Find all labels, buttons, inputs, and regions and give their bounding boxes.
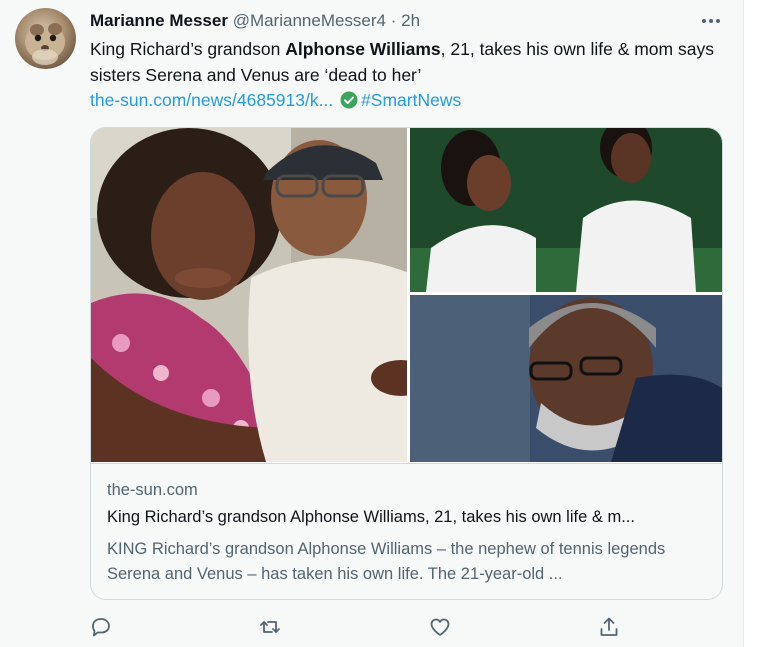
more-icon[interactable] [698, 8, 724, 34]
tweet-actions [0, 615, 743, 641]
tweet-text: King Richard’s grandson Alphonse William… [90, 37, 720, 114]
tweet-header: Marianne Messer @MarianneMesser4 · 2h [90, 11, 420, 31]
hashtag-link[interactable]: #SmartNews [361, 90, 461, 110]
right-pane [744, 0, 766, 647]
retweet-icon[interactable] [258, 615, 282, 639]
share-icon[interactable] [597, 615, 621, 639]
avatar[interactable] [15, 8, 76, 69]
header-separator: · [386, 11, 402, 30]
author-name[interactable]: Marianne Messer [90, 11, 228, 30]
card-domain: the-sun.com [107, 481, 198, 499]
page: Marianne Messer @MarianneMesser4 · 2h Ki… [0, 0, 766, 647]
like-icon[interactable] [428, 615, 452, 639]
tweet-text-bold: Alphonse Williams [285, 39, 441, 59]
card-title: King Richard’s grandson Alphonse William… [107, 508, 635, 526]
check-circle-icon [340, 91, 358, 109]
card-image[interactable] [91, 128, 722, 462]
tweet[interactable]: Marianne Messer @MarianneMesser4 · 2h Ki… [0, 0, 744, 647]
tweet-link[interactable]: the-sun.com/news/4685913/k... [90, 90, 333, 110]
card-description: KING Richard’s grandson Alphonse William… [107, 540, 666, 583]
reply-icon[interactable] [89, 615, 113, 639]
tweet-time[interactable]: 2h [401, 11, 420, 30]
card-text[interactable]: the-sun.com King Richard’s grandson Alph… [91, 463, 722, 599]
tweet-text-part1: King Richard’s grandson [90, 39, 286, 59]
link-card[interactable]: the-sun.com King Richard’s grandson Alph… [90, 127, 723, 600]
author-handle[interactable]: @MarianneMesser4 [233, 11, 386, 30]
